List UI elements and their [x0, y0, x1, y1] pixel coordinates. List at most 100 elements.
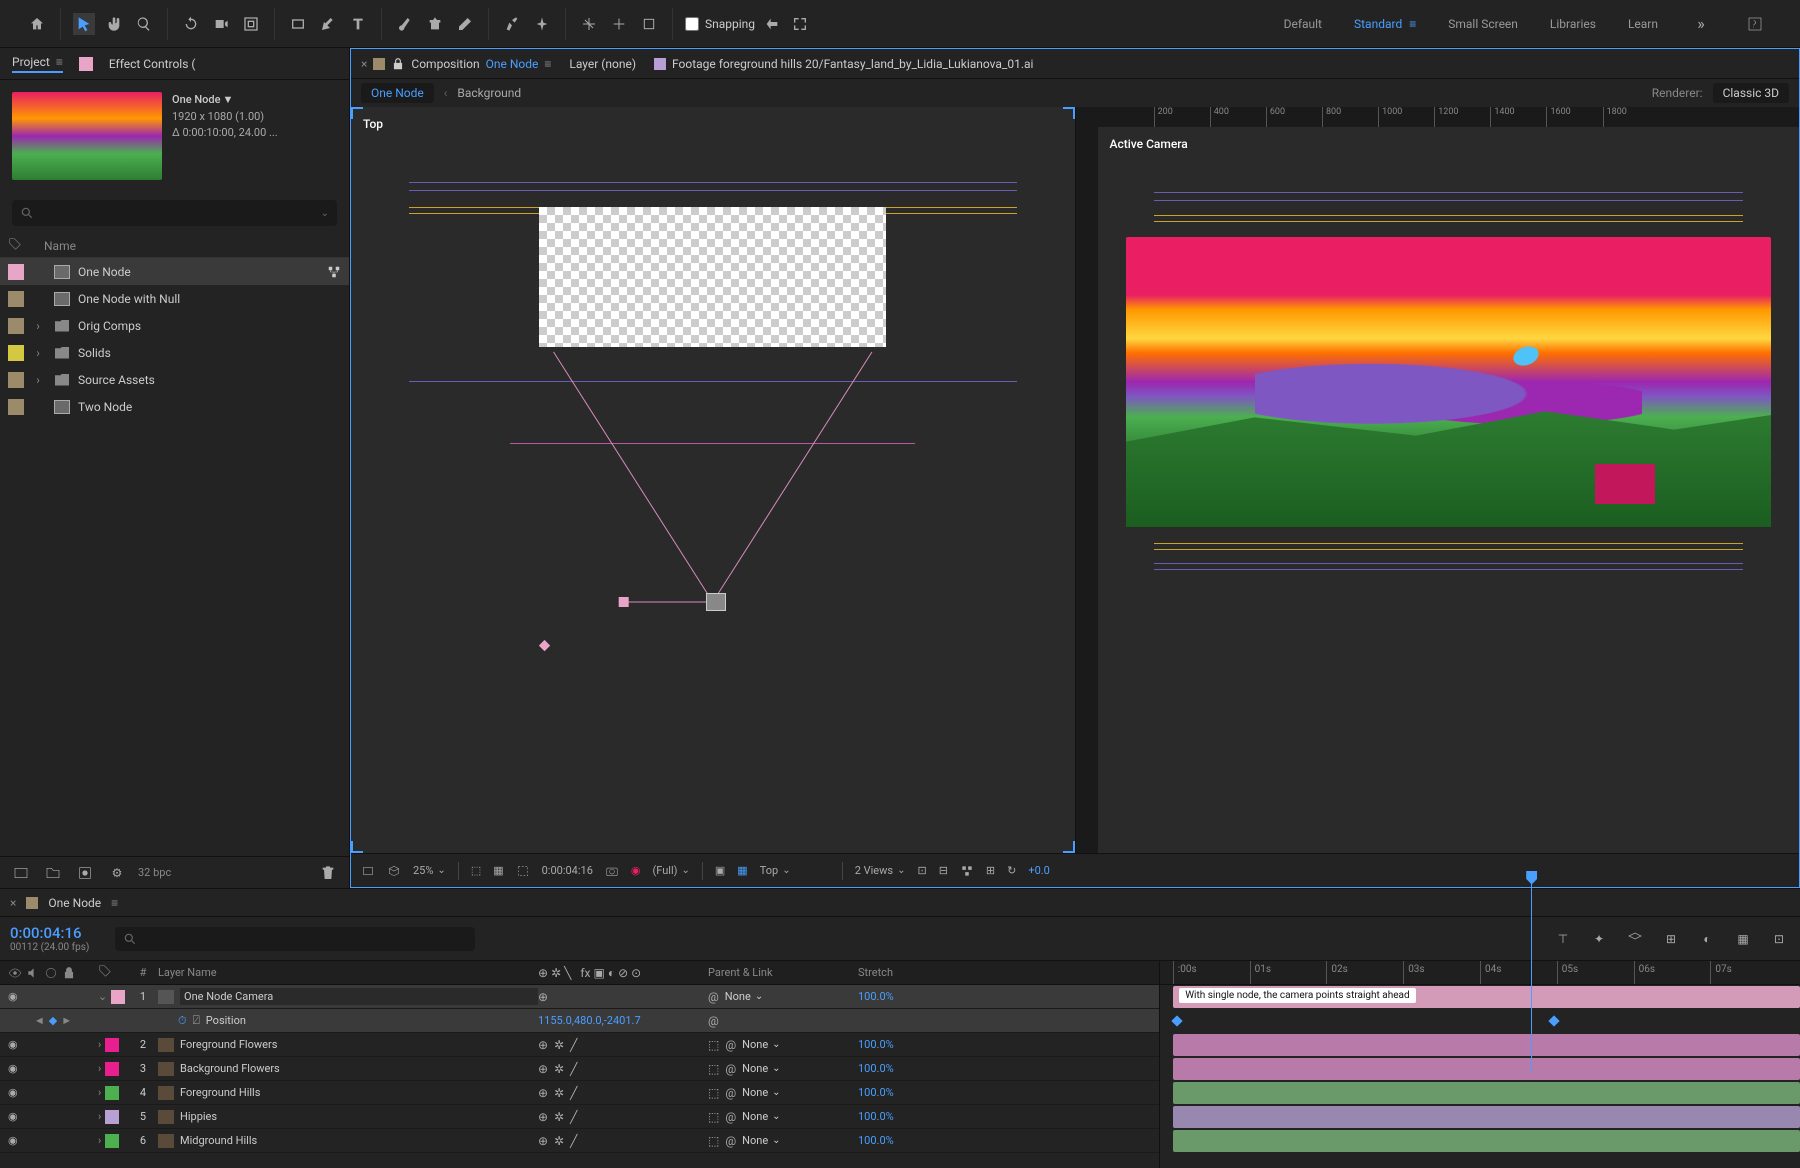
- keyframe[interactable]: [1549, 1015, 1560, 1026]
- parent-dropdown[interactable]: None: [742, 1086, 780, 1099]
- position-value[interactable]: 1155.0,480.0,-2401.7: [538, 1014, 708, 1027]
- parent-dropdown[interactable]: None: [742, 1062, 780, 1075]
- layer-row[interactable]: ◉ › 6 Midground Hills ⊕✲╱ ⬚ @ None 100.0…: [0, 1129, 1159, 1153]
- workspace-standard[interactable]: Standard ≡: [1354, 17, 1416, 31]
- visibility-toggle[interactable]: ◉: [8, 1062, 18, 1075]
- project-settings-icon[interactable]: ⚙: [106, 862, 128, 884]
- camera-tool-icon[interactable]: [210, 13, 232, 35]
- video-eye-icon[interactable]: [8, 966, 22, 980]
- pen-tool-icon[interactable]: [317, 13, 339, 35]
- project-item[interactable]: Two Node: [0, 393, 349, 420]
- breadcrumb-item[interactable]: Background: [457, 86, 521, 100]
- layer-row[interactable]: ◉ › 4 Foreground Hills ⊕✲╱ ⬚ @ None 100.…: [0, 1081, 1159, 1105]
- tab-footage[interactable]: Footage foreground hills 20/Fantasy_land…: [654, 57, 1033, 71]
- workspace-small-screen[interactable]: Small Screen: [1448, 17, 1518, 31]
- viewport-top[interactable]: Top: [351, 107, 1076, 853]
- clone-stamp-tool-icon[interactable]: [424, 13, 446, 35]
- pickwhip-icon[interactable]: @: [708, 990, 719, 1004]
- pan-behind-tool-icon[interactable]: [240, 13, 262, 35]
- visibility-toggle[interactable]: ◉: [8, 1110, 18, 1123]
- brain-icon[interactable]: ⊡: [1768, 928, 1790, 950]
- layer-row[interactable]: ◉ › 5 Hippies ⊕✲╱ ⬚ @ None 100.0%: [0, 1105, 1159, 1129]
- visibility-toggle[interactable]: ◉: [8, 990, 18, 1003]
- cube-3d-icon[interactable]: ⬚: [708, 1038, 719, 1052]
- playhead[interactable]: [1531, 873, 1532, 1073]
- project-search-input[interactable]: ⌄: [12, 200, 337, 226]
- stretch-value[interactable]: 100.0%: [858, 1038, 958, 1051]
- axis-world-icon[interactable]: [608, 13, 630, 35]
- motion-blur-icon[interactable]: ◐: [1696, 928, 1718, 950]
- timecode-display[interactable]: 0:00:04:16: [10, 924, 89, 942]
- bpc-label[interactable]: 32 bpc: [138, 866, 171, 879]
- breadcrumb-item[interactable]: One Node: [361, 83, 434, 103]
- stretch-value[interactable]: 100.0%: [858, 1086, 958, 1099]
- stopwatch-icon[interactable]: ⏱: [178, 1014, 187, 1028]
- rectangle-tool-icon[interactable]: [287, 13, 309, 35]
- zoom-tool-icon[interactable]: [133, 13, 155, 35]
- current-time-display[interactable]: 0:00:04:16: [542, 864, 593, 877]
- pickwhip-icon[interactable]: @: [725, 1086, 736, 1100]
- project-item[interactable]: › Source Assets: [0, 366, 349, 393]
- puppet-pin-tool-icon[interactable]: [531, 13, 553, 35]
- axis-view-icon[interactable]: [638, 13, 660, 35]
- magnification-icon[interactable]: [361, 864, 375, 878]
- cube-3d-icon[interactable]: ⬚: [708, 1134, 719, 1148]
- stretch-value[interactable]: 100.0%: [858, 1110, 958, 1123]
- tab-effect-controls[interactable]: Effect Controls (: [109, 57, 196, 71]
- tab-layer[interactable]: Layer (none): [569, 57, 636, 71]
- draft-3d-icon[interactable]: [387, 864, 401, 878]
- views-layout-dropdown[interactable]: 2 Views: [855, 864, 906, 877]
- lock-column-icon[interactable]: [62, 966, 76, 980]
- parent-dropdown[interactable]: None: [742, 1038, 780, 1051]
- workspace-default[interactable]: Default: [1284, 17, 1322, 31]
- project-item-one-node[interactable]: One Node: [0, 258, 349, 285]
- pickwhip-icon[interactable]: @: [725, 1134, 736, 1148]
- composition-marker[interactable]: With single node, the camera points stra…: [1179, 988, 1415, 1003]
- exposure-value[interactable]: +0.0: [1028, 864, 1050, 877]
- draft-3d-toggle-icon[interactable]: ✦: [1588, 928, 1610, 950]
- roto-brush-tool-icon[interactable]: [501, 13, 523, 35]
- stretch-column-header[interactable]: Stretch: [858, 966, 958, 979]
- brush-tool-icon[interactable]: [394, 13, 416, 35]
- interpret-footage-icon[interactable]: [10, 862, 32, 884]
- fast-previews-icon[interactable]: ⬚: [471, 864, 481, 877]
- comp-thumbnail[interactable]: [12, 92, 162, 180]
- flowchart-icon[interactable]: [327, 265, 341, 279]
- pickwhip-icon[interactable]: @: [725, 1038, 736, 1052]
- audio-icon[interactable]: [26, 966, 40, 980]
- selection-tool-icon[interactable]: [73, 13, 95, 35]
- snapping-checkbox[interactable]: [685, 17, 699, 31]
- new-folder-icon[interactable]: [42, 862, 64, 884]
- cube-3d-icon[interactable]: ⬚: [708, 1062, 719, 1076]
- pickwhip-icon[interactable]: @: [725, 1110, 736, 1124]
- region-icon[interactable]: [516, 864, 530, 878]
- visibility-toggle[interactable]: ◉: [8, 1086, 18, 1099]
- project-item[interactable]: › Solids: [0, 339, 349, 366]
- hand-tool-icon[interactable]: [103, 13, 125, 35]
- project-item[interactable]: › Orig Comps: [0, 312, 349, 339]
- grid-icon[interactable]: ▣: [715, 864, 725, 877]
- layer-row[interactable]: ◉ ⌄ 1 One Node Camera ⊕ @ None 100.0%: [0, 985, 1159, 1009]
- axis-local-icon[interactable]: [578, 13, 600, 35]
- cube-3d-icon[interactable]: ⬚: [708, 1110, 719, 1124]
- tab-project[interactable]: Project ≡: [12, 55, 63, 73]
- zoom-dropdown[interactable]: 25%: [413, 864, 446, 877]
- layer-row[interactable]: ◉ › 3 Background Flowers ⊕✲╱ ⬚ @ None 10…: [0, 1057, 1159, 1081]
- name-column-header[interactable]: Name: [44, 239, 76, 253]
- stretch-value[interactable]: 100.0%: [858, 1134, 958, 1147]
- rotate-tool-icon[interactable]: [180, 13, 202, 35]
- reset-exposure-icon[interactable]: ↻: [1007, 864, 1016, 877]
- toggle-transparency-icon[interactable]: ▦: [493, 864, 503, 877]
- pickwhip-icon[interactable]: @: [725, 1062, 736, 1076]
- stretch-value[interactable]: 100.0%: [858, 1062, 958, 1075]
- parent-dropdown[interactable]: None: [742, 1134, 780, 1147]
- comp-flowchart-icon[interactable]: ⊞: [986, 864, 995, 877]
- guides-icon[interactable]: ▦: [737, 864, 747, 877]
- graph-editor-icon[interactable]: ▦: [1732, 928, 1754, 950]
- layer-name-column-header[interactable]: Layer Name: [158, 966, 538, 979]
- timeline-search-input[interactable]: [115, 927, 475, 951]
- channel-icon[interactable]: ◉: [631, 864, 641, 877]
- tab-composition[interactable]: × Composition One Node ≡: [361, 57, 551, 71]
- property-row[interactable]: ◄◆► ⏱ ⍁ Position 1155.0,480.0,-2401.7 @: [0, 1009, 1159, 1033]
- trash-icon[interactable]: [317, 862, 339, 884]
